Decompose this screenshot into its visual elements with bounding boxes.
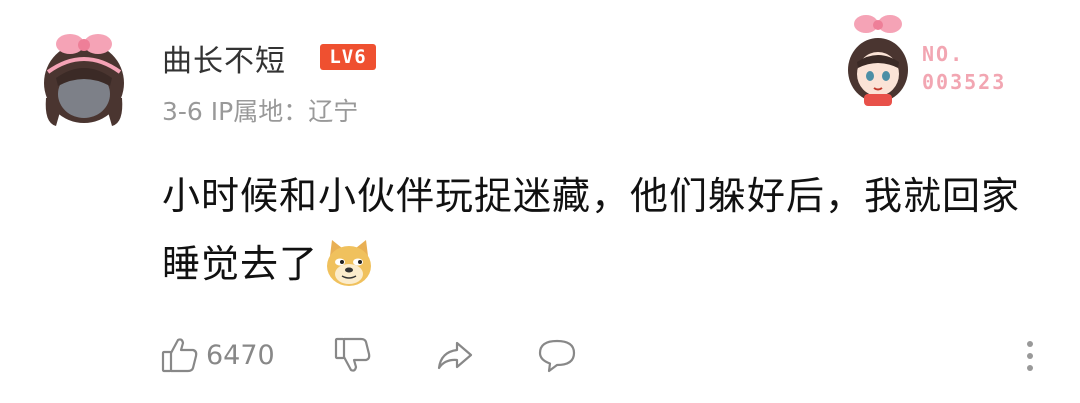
thumbs-up-icon[interactable] bbox=[160, 335, 200, 375]
comment-text-body: 小时候和小伙伴玩捉迷藏，他们躲好后，我就回家睡觉去了 bbox=[162, 174, 1021, 286]
comment-date: 3-6 bbox=[162, 97, 203, 126]
like-count: 6470 bbox=[206, 339, 275, 371]
thumbs-down-icon[interactable] bbox=[333, 335, 373, 375]
comment-text: 小时候和小伙伴玩捉迷藏，他们躲好后，我就回家睡觉去了 bbox=[162, 162, 1052, 298]
share-icon[interactable] bbox=[435, 335, 475, 375]
username[interactable]: 曲长不短 bbox=[162, 36, 286, 80]
ip-location: IP属地：辽宁 bbox=[210, 97, 359, 126]
level-badge: LV6 bbox=[320, 44, 376, 70]
badge-number: 003523 bbox=[922, 70, 1007, 94]
badge-label: NO. bbox=[922, 42, 965, 66]
reply-icon[interactable] bbox=[537, 335, 577, 375]
comment-actions: 6470 bbox=[160, 332, 577, 378]
doge-emoji-icon bbox=[322, 236, 376, 290]
more-options-icon[interactable] bbox=[1020, 336, 1040, 376]
comment-meta: 3-6 IP属地：辽宁 bbox=[162, 92, 358, 128]
user-avatar[interactable] bbox=[34, 28, 134, 128]
